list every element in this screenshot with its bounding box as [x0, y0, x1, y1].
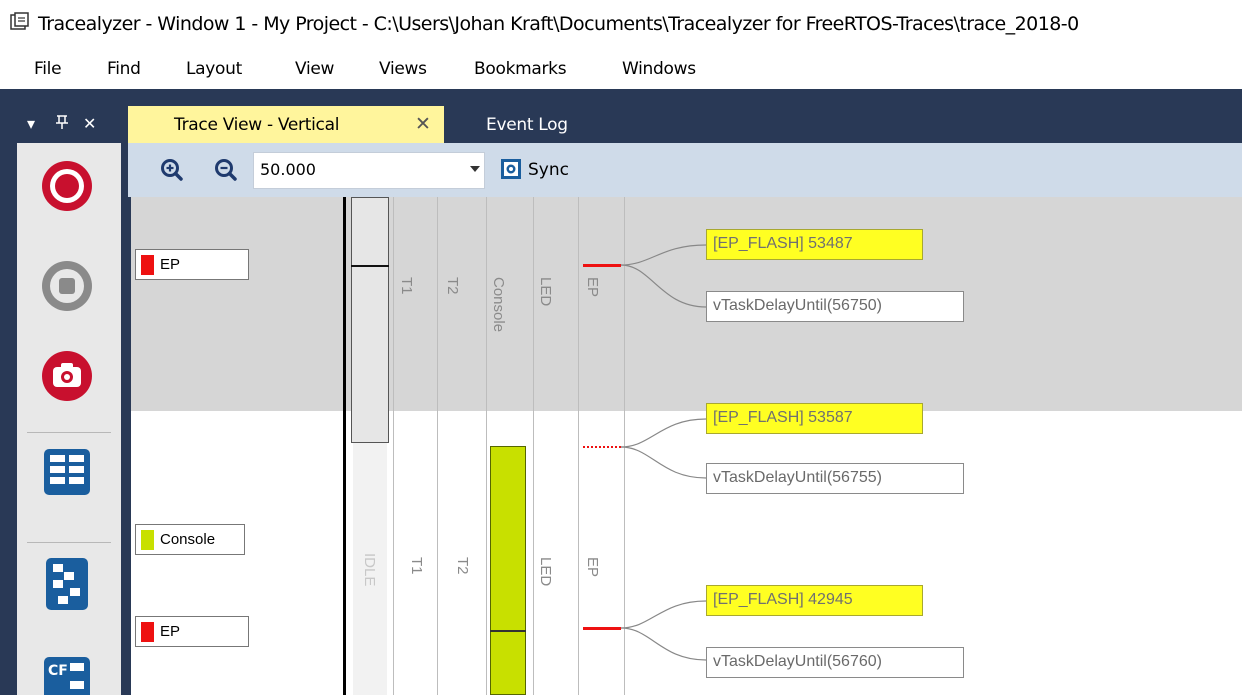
- sync-icon[interactable]: [500, 158, 522, 180]
- trace-view-icon: [46, 558, 88, 610]
- trace-view-button[interactable]: [39, 554, 95, 614]
- menu-file[interactable]: File: [34, 59, 62, 79]
- close-panel-icon[interactable]: ✕: [83, 114, 96, 133]
- zoom-value: 50.000: [260, 160, 316, 179]
- zoom-in-icon[interactable]: [160, 158, 184, 182]
- menu-bookmarks[interactable]: Bookmarks: [474, 59, 567, 79]
- snapshot-icon: [42, 351, 92, 401]
- zoom-out-icon[interactable]: [214, 158, 238, 182]
- dashboard-icon: [44, 449, 90, 495]
- trace-view[interactable]: EP Console EP T1 T2 Console LED EP IDLE …: [131, 197, 1242, 695]
- menu-views[interactable]: Views: [379, 59, 427, 79]
- kernel-call-event[interactable]: vTaskDelayUntil(56760): [706, 647, 964, 678]
- tab-trace-view-vertical[interactable]: Trace View - Vertical ✕: [128, 106, 444, 143]
- record-button[interactable]: [39, 156, 95, 216]
- menu-view[interactable]: View: [295, 59, 334, 79]
- title-bar: Tracealyzer - Window 1 - My Project - C:…: [0, 0, 1242, 50]
- menu-find[interactable]: Find: [107, 59, 141, 79]
- stop-button[interactable]: [39, 256, 95, 316]
- svg-text:CF: CF: [48, 663, 68, 679]
- user-event-ep-flash[interactable]: [EP_FLASH] 53487: [706, 229, 923, 260]
- window-title: Tracealyzer - Window 1 - My Project - C:…: [38, 13, 1079, 35]
- panel-menu-icon[interactable]: ▾: [27, 114, 35, 133]
- zoom-level-select[interactable]: 50.000: [253, 152, 485, 189]
- pin-icon[interactable]: [55, 114, 69, 134]
- user-event-ep-flash[interactable]: [EP_FLASH] 53587: [706, 403, 923, 434]
- event-connectors: [620, 244, 707, 661]
- tool-separator: [27, 432, 111, 433]
- dashboard-button[interactable]: [39, 442, 95, 502]
- sync-button[interactable]: Sync: [528, 160, 569, 180]
- tab-close-icon[interactable]: ✕: [415, 113, 431, 135]
- app-icon: [10, 12, 29, 30]
- menu-windows[interactable]: Windows: [622, 59, 696, 79]
- user-event-ep-flash[interactable]: [EP_FLASH] 42945: [706, 585, 923, 616]
- tab-event-log[interactable]: Event Log: [486, 115, 568, 135]
- tool-panel-header: ▾ ✕: [17, 106, 121, 143]
- chevron-down-icon: [470, 166, 480, 172]
- tool-separator: [27, 542, 111, 543]
- stop-icon: [42, 261, 92, 311]
- communication-flow-button[interactable]: CF: [39, 646, 95, 695]
- tool-panel: CF: [17, 106, 121, 695]
- record-icon: [42, 161, 92, 211]
- kernel-call-event[interactable]: vTaskDelayUntil(56750): [706, 291, 964, 322]
- tab-label: Trace View - Vertical: [174, 115, 340, 135]
- kernel-call-event[interactable]: vTaskDelayUntil(56755): [706, 463, 964, 494]
- cf-icon: CF: [44, 657, 90, 695]
- snapshot-button[interactable]: [39, 346, 95, 406]
- menu-bar: File Find Layout View Views Bookmarks Wi…: [0, 50, 1242, 89]
- menu-layout[interactable]: Layout: [186, 59, 242, 79]
